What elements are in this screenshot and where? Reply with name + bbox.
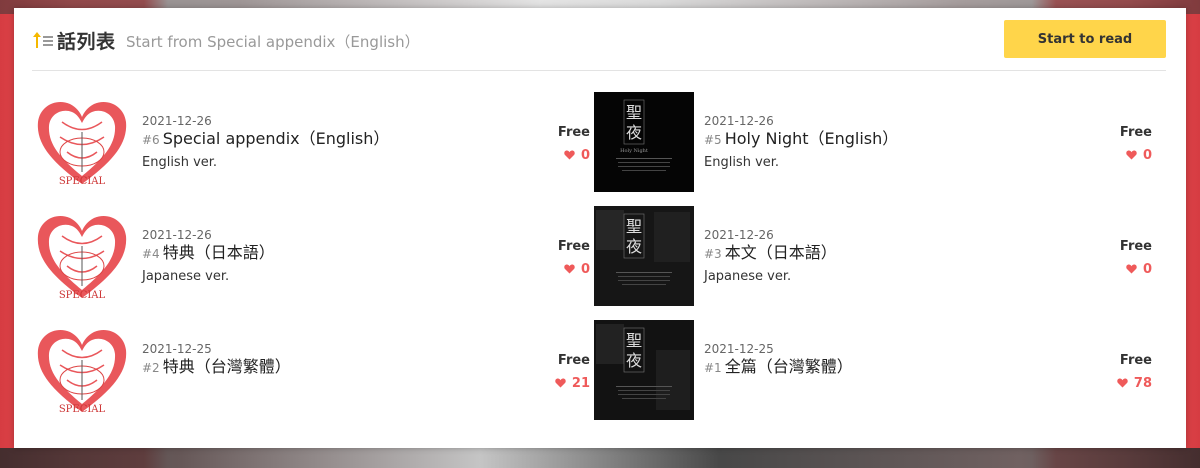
like-count: 0 [1142, 262, 1152, 277]
special-heart-thumbnail: SPECIAL [32, 320, 132, 420]
episode-title-line: #3 本文（日本語） [704, 243, 1064, 264]
start-to-read-button[interactable]: Start to read [1004, 20, 1166, 58]
heart-icon [564, 149, 575, 165]
heart-icon [1126, 149, 1137, 165]
holy-night-cover-thumbnail: 聖 夜 [594, 206, 694, 306]
episode-price-box: Free 78 [1096, 353, 1152, 393]
heart-icon [564, 263, 575, 279]
episode-meta: 2021-12-26 #6 Special appendix（English） E… [142, 114, 502, 172]
episode-likes: 78 [1096, 376, 1152, 393]
episode-item-4[interactable]: SPECIAL 2021-12-26 #4 特典（日本語） Japanese ve… [32, 206, 592, 308]
episode-price-box: Free 0 [534, 239, 590, 279]
episode-price: Free [1119, 239, 1152, 254]
episode-price-box: Free 0 [1096, 125, 1152, 165]
episode-description: English ver. [142, 155, 218, 170]
episode-title-line: #5 Holy Night（English） [704, 129, 1064, 150]
like-count: 21 [571, 376, 590, 391]
svg-text:夜: 夜 [626, 123, 642, 142]
svg-text:聖: 聖 [626, 103, 642, 122]
episode-price: Free [557, 125, 590, 140]
svg-text:聖: 聖 [626, 331, 642, 350]
episode-title: 特典（台灣繁體） [162, 357, 291, 376]
episode-number: #6 [142, 133, 160, 147]
episode-meta: 2021-12-25 #2 特典（台灣繁體） [142, 342, 502, 382]
like-count: 0 [1142, 148, 1152, 163]
episode-date: 2021-12-26 [704, 114, 774, 128]
episode-price: Free [557, 353, 590, 368]
episode-price-box: Free 0 [1096, 239, 1152, 279]
episode-date: 2021-12-25 [142, 342, 212, 356]
episode-likes: 0 [1096, 262, 1152, 279]
episode-title: 本文（日本語） [724, 243, 837, 262]
episode-list-title: 話列表 [57, 31, 116, 53]
episode-list-panel: 話列表 Start from Special appendix（English）… [14, 8, 1186, 448]
episode-description: Japanese ver. [704, 269, 792, 284]
episode-item-1[interactable]: 聖 夜 2021-12-25 #1 全篇（台灣繁體） Free 78 [594, 320, 1154, 422]
episode-title-line: #4 特典（日本語） [142, 243, 502, 264]
svg-text:聖: 聖 [626, 217, 642, 236]
episode-likes: 0 [1096, 148, 1152, 165]
episode-likes: 0 [534, 262, 590, 279]
like-count: 0 [580, 148, 590, 163]
episode-title-line: #1 全篇（台灣繁體） [704, 357, 1064, 378]
heart-icon [555, 377, 566, 393]
episode-date: 2021-12-25 [704, 342, 774, 356]
episode-meta: 2021-12-25 #1 全篇（台灣繁體） [704, 342, 1064, 382]
svg-text:SPECIAL: SPECIAL [59, 290, 106, 301]
svg-text:夜: 夜 [626, 237, 642, 256]
episode-title-line: #2 特典（台灣繁體） [142, 357, 502, 378]
episode-meta: 2021-12-26 #4 特典（日本語） Japanese ver. [142, 228, 502, 286]
start-from-hint: Start from Special appendix（English） [126, 33, 420, 51]
episode-price-box: Free 0 [534, 125, 590, 165]
like-count: 0 [580, 262, 590, 277]
svg-text:SPECIAL: SPECIAL [59, 176, 106, 187]
episode-title: Holy Night（English） [724, 129, 899, 148]
episode-item-3[interactable]: 聖 夜 2021-12-26 #3 本文（日本語） Japanese ver. F… [594, 206, 1154, 308]
episode-date: 2021-12-26 [704, 228, 774, 242]
episode-title: Special appendix（English） [162, 129, 390, 148]
episode-number: #2 [142, 361, 160, 375]
episode-item-5[interactable]: 聖 夜 Holy Night 2021-12-26 #5 Holy Night（E… [594, 92, 1154, 194]
special-heart-thumbnail: SPECIAL [32, 206, 132, 306]
heart-icon [1117, 377, 1128, 393]
episode-price-box: Free 21 [534, 353, 590, 393]
episode-list-header: 話列表 Start from Special appendix（English）… [32, 8, 1166, 71]
episode-price: Free [1119, 125, 1152, 140]
episode-date: 2021-12-26 [142, 228, 212, 242]
episode-likes: 0 [534, 148, 590, 165]
holy-night-cover-thumbnail: 聖 夜 [594, 320, 694, 420]
episode-number: #1 [704, 361, 722, 375]
backdrop-bottom-strip [0, 448, 1200, 468]
episode-price: Free [557, 239, 590, 254]
special-heart-thumbnail: SPECIAL [32, 92, 132, 192]
episode-title: 特典（日本語） [162, 243, 275, 262]
episode-grid: SPECIAL 2021-12-26 #6 Special appendix（En… [32, 92, 1166, 442]
sort-order-icon[interactable] [32, 30, 54, 50]
episode-meta: 2021-12-26 #3 本文（日本語） Japanese ver. [704, 228, 1064, 286]
episode-title: 全篇（台灣繁體） [724, 357, 853, 376]
episode-description: English ver. [704, 155, 780, 170]
episode-item-6[interactable]: SPECIAL 2021-12-26 #6 Special appendix（En… [32, 92, 592, 194]
like-count: 78 [1133, 376, 1152, 391]
episode-title-line: #6 Special appendix（English） [142, 129, 502, 150]
episode-likes: 21 [534, 376, 590, 393]
svg-text:夜: 夜 [626, 351, 642, 370]
holy-night-cover-thumbnail: 聖 夜 Holy Night [594, 92, 694, 192]
episode-meta: 2021-12-26 #5 Holy Night（English） English… [704, 114, 1064, 172]
svg-text:Holy Night: Holy Night [620, 148, 648, 154]
heart-icon [1126, 263, 1137, 279]
episode-number: #4 [142, 247, 160, 261]
episode-number: #5 [704, 133, 722, 147]
episode-number: #3 [704, 247, 722, 261]
episode-item-2[interactable]: SPECIAL 2021-12-25 #2 特典（台灣繁體） Free 21 [32, 320, 592, 422]
episode-price: Free [1119, 353, 1152, 368]
episode-description: Japanese ver. [142, 269, 230, 284]
svg-text:SPECIAL: SPECIAL [59, 404, 106, 415]
episode-date: 2021-12-26 [142, 114, 212, 128]
